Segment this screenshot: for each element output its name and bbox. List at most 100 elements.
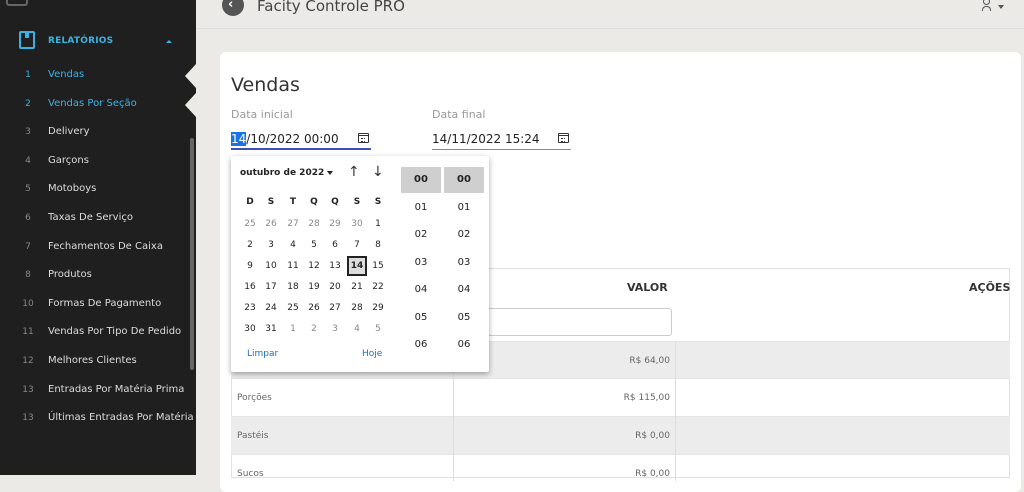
sidebar-item[interactable]: 13 Últimas Entradas Por Matéria Pr xyxy=(0,405,196,433)
hour-option[interactable]: 03 xyxy=(401,250,441,276)
hour-option[interactable]: 05 xyxy=(401,305,441,331)
sidebar-scrollbar[interactable] xyxy=(190,138,194,370)
calendar-day[interactable]: 21 xyxy=(347,277,367,297)
page-title: Vendas xyxy=(231,74,300,96)
chevron-left-icon: ‹ xyxy=(228,0,234,12)
bookmark-icon xyxy=(19,31,35,49)
calendar-day[interactable]: 8 xyxy=(368,235,388,255)
sidebar-item-label: Fechamentos De Caixa xyxy=(48,240,163,252)
calendar-day[interactable]: 7 xyxy=(347,235,367,255)
calendar-day[interactable]: 4 xyxy=(347,319,367,339)
minute-option[interactable]: 02 xyxy=(444,222,484,248)
minute-option[interactable]: 05 xyxy=(444,305,484,331)
arrow-down-icon[interactable]: ↓ xyxy=(372,164,384,180)
sidebar-item[interactable]: 11 Vendas Por Tipo De Pedido xyxy=(0,319,196,347)
calendar-day[interactable]: 14 xyxy=(347,256,367,276)
sidebar-item[interactable]: 1 Vendas xyxy=(0,62,196,90)
calendar-day[interactable]: 26 xyxy=(261,214,281,234)
sidebar-item[interactable]: 8 Produtos xyxy=(0,262,196,290)
user-icon[interactable] xyxy=(982,0,991,12)
minute-option[interactable]: 01 xyxy=(444,195,484,221)
calendar-day[interactable]: 30 xyxy=(347,214,367,234)
top-bar: ‹ Facity Controle PRO xyxy=(196,0,1024,29)
calendar-day[interactable]: 2 xyxy=(304,319,324,339)
minute-option[interactable]: 03 xyxy=(444,250,484,276)
calendar-day[interactable]: 5 xyxy=(368,319,388,339)
sidebar-item[interactable]: 13 Entradas Por Matéria Prima xyxy=(0,377,196,405)
app-title: Facity Controle PRO xyxy=(257,0,405,15)
sidebar-item[interactable]: 5 Motoboys xyxy=(0,176,196,204)
back-button[interactable]: ‹ xyxy=(222,0,244,16)
weekday-label: Q xyxy=(310,197,318,207)
calendar-day[interactable]: 24 xyxy=(261,298,281,318)
calendar-day[interactable]: 4 xyxy=(283,235,303,255)
calendar-day[interactable]: 10 xyxy=(261,256,281,276)
calendar-day[interactable]: 20 xyxy=(325,277,345,297)
calendar-day[interactable]: 30 xyxy=(240,319,260,339)
calendar-day[interactable]: 3 xyxy=(261,235,281,255)
sidebar-item-label: Taxas De Serviço xyxy=(48,212,133,223)
arrow-up-icon[interactable]: ↑ xyxy=(348,164,360,180)
calendar-day[interactable]: 5 xyxy=(304,235,324,255)
sidebar-item-number: 3 xyxy=(25,127,31,138)
calendar-day[interactable]: 15 xyxy=(368,256,388,276)
weekday-label: Q xyxy=(331,197,339,207)
start-date-input[interactable]: 14/10/2022 00:00 xyxy=(231,130,371,150)
sidebar-item[interactable]: 3 Delivery xyxy=(0,119,196,147)
calendar-day[interactable]: 19 xyxy=(304,277,324,297)
today-button[interactable]: Hoje xyxy=(362,349,382,359)
sidebar-item[interactable]: 7 Fechamentos De Caixa xyxy=(0,234,196,262)
sidebar-item-label: Vendas xyxy=(48,69,85,80)
hour-option[interactable]: 06 xyxy=(401,332,441,358)
sidebar-item-label: Delivery xyxy=(48,126,90,138)
calendar-day[interactable]: 29 xyxy=(368,298,388,318)
minute-option[interactable]: 04 xyxy=(444,277,484,303)
sidebar-item[interactable]: 10 Formas De Pagamento xyxy=(0,291,196,319)
calendar-day[interactable]: 27 xyxy=(283,214,303,234)
caret-down-icon[interactable] xyxy=(998,5,1004,9)
minute-option[interactable]: 06 xyxy=(444,332,484,358)
calendar-day[interactable]: 1 xyxy=(283,319,303,339)
calendar-day[interactable]: 28 xyxy=(304,214,324,234)
hour-option[interactable]: 02 xyxy=(401,222,441,248)
calendar-day[interactable]: 16 xyxy=(240,277,260,297)
sidebar-item-label: Garçons xyxy=(48,154,89,166)
month-year-selector[interactable]: outubro de 2022 xyxy=(240,168,334,178)
sidebar-item-number: 8 xyxy=(25,270,31,281)
sidebar-item[interactable]: 4 Garçons xyxy=(0,148,196,176)
sidebar-item-number: 2 xyxy=(25,98,31,109)
calendar-day[interactable]: 6 xyxy=(325,235,345,255)
calendar-day[interactable]: 18 xyxy=(283,277,303,297)
minute-option[interactable]: 00 xyxy=(444,167,484,193)
calendar-day[interactable]: 2 xyxy=(240,235,260,255)
sidebar-section-relatorios[interactable]: RELATÓRIOS xyxy=(0,28,196,54)
calendar-day[interactable]: 3 xyxy=(325,319,345,339)
calendar-day[interactable]: 12 xyxy=(304,256,324,276)
calendar-day[interactable]: 1 xyxy=(368,214,388,234)
start-date-rest: /10/2022 00:00 xyxy=(246,132,339,146)
sidebar-item[interactable]: 12 Melhores Clientes xyxy=(0,348,196,376)
calendar-day[interactable]: 17 xyxy=(261,277,281,297)
calendar-icon[interactable] xyxy=(558,133,569,143)
calendar-day[interactable]: 29 xyxy=(325,214,345,234)
calendar-day[interactable]: 27 xyxy=(325,298,345,318)
calendar-day[interactable]: 13 xyxy=(325,256,345,276)
calendar-day[interactable]: 25 xyxy=(283,298,303,318)
end-date-input[interactable]: 14/11/2022 15:24 xyxy=(432,130,571,150)
hour-option[interactable]: 00 xyxy=(401,167,441,193)
calendar-day[interactable]: 26 xyxy=(304,298,324,318)
calendar-day[interactable]: 25 xyxy=(240,214,260,234)
sidebar-item[interactable]: 6 Taxas De Serviço xyxy=(0,205,196,233)
hour-option[interactable]: 01 xyxy=(401,195,441,221)
calendar-icon[interactable] xyxy=(358,133,369,143)
calendar-day[interactable]: 31 xyxy=(261,319,281,339)
calendar-day[interactable]: 11 xyxy=(283,256,303,276)
calendar-day[interactable]: 28 xyxy=(347,298,367,318)
clear-button[interactable]: Limpar xyxy=(247,349,278,359)
calendar-day[interactable]: 22 xyxy=(368,277,388,297)
hour-option[interactable]: 04 xyxy=(401,277,441,303)
calendar-day[interactable]: 9 xyxy=(240,256,260,276)
sidebar-item[interactable]: 2 Vendas Por Seção xyxy=(0,91,196,119)
sidebar-item-label: Últimas Entradas Por Matéria Pr xyxy=(48,412,196,424)
calendar-day[interactable]: 23 xyxy=(240,298,260,318)
